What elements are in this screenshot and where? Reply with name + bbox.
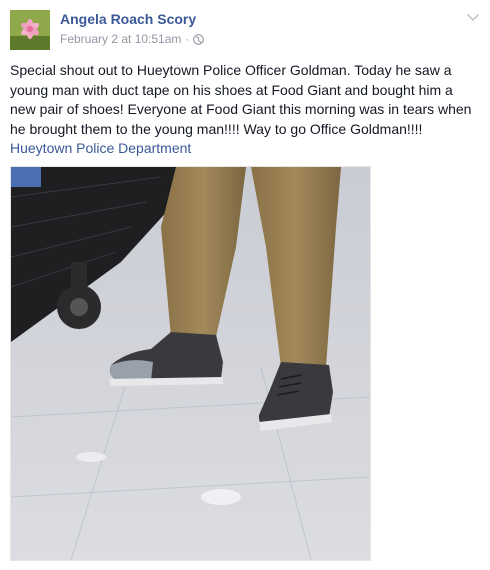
chevron-down-icon[interactable] <box>466 10 480 24</box>
tagged-page-link[interactable]: Hueytown Police Department <box>10 139 480 159</box>
post-body: Special shout out to Hueytown Police Off… <box>10 61 480 159</box>
post-message: Special shout out to Hueytown Police Off… <box>10 62 472 137</box>
avatar[interactable] <box>10 10 50 50</box>
meta-separator: · <box>185 32 190 46</box>
post-meta: February 2 at 10:51am · <box>60 32 205 46</box>
post-photo[interactable] <box>10 166 371 561</box>
post-timestamp[interactable]: February 2 at 10:51am <box>60 32 181 46</box>
post-author-name[interactable]: Angela Roach Scory <box>60 11 196 27</box>
globe-icon[interactable] <box>193 33 205 45</box>
